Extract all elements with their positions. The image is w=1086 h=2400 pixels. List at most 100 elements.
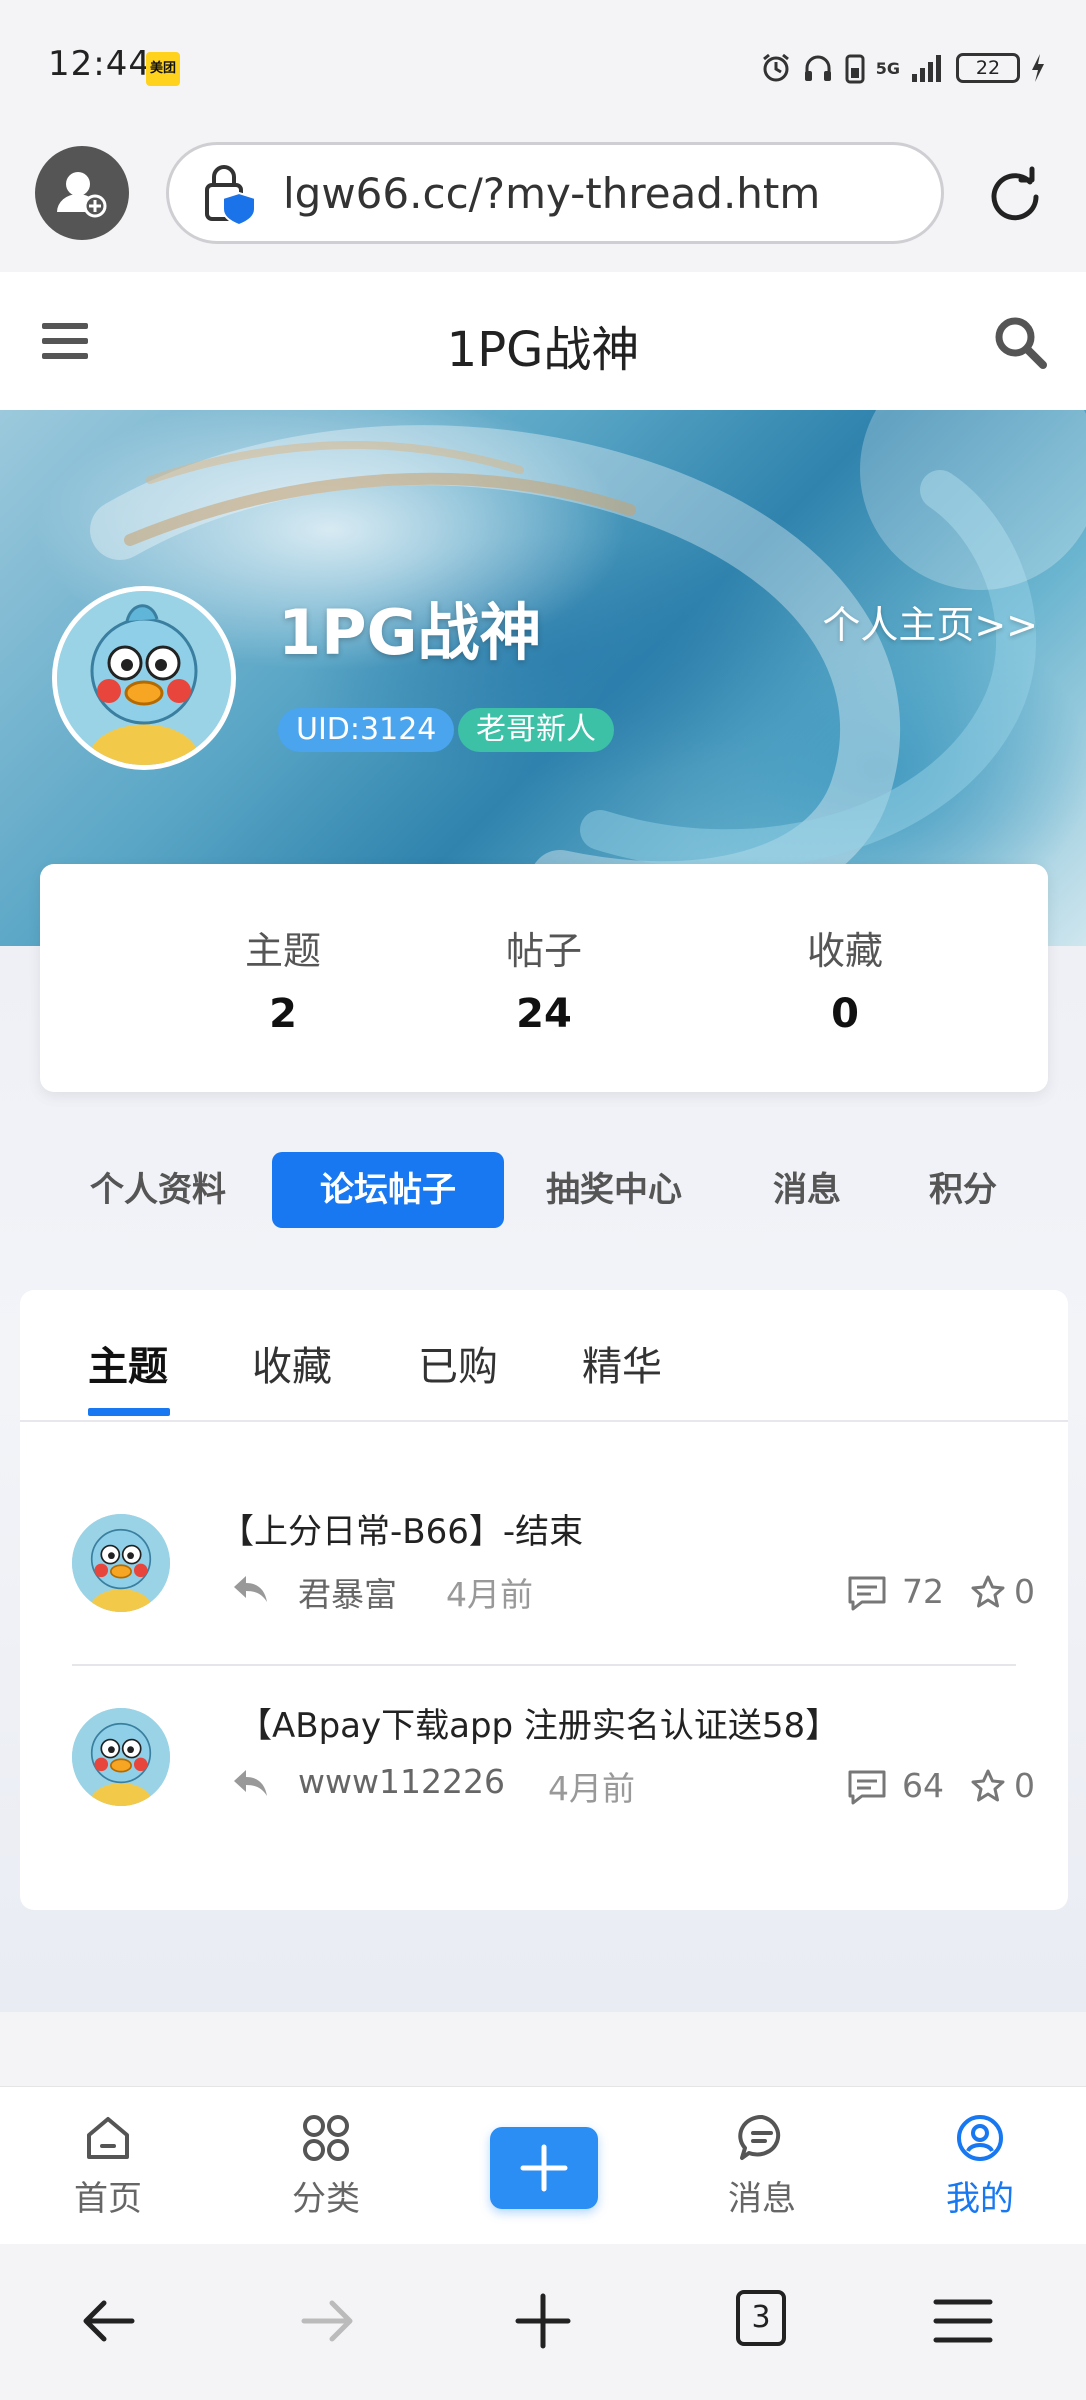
thread-avatar[interactable] bbox=[72, 1514, 170, 1612]
plus-icon bbox=[515, 2293, 571, 2349]
home-icon bbox=[87, 2117, 129, 2159]
divider bbox=[72, 1664, 1016, 1666]
reply-icon bbox=[234, 1576, 267, 1602]
thread-favorite-count: 0 bbox=[1014, 1572, 1035, 1611]
nav-label: 首页 bbox=[74, 2179, 142, 2219]
thread-title[interactable]: 【上分日常-B66】-结束 bbox=[220, 1504, 583, 1553]
thread-title[interactable]: 【ABpay下载app 注册实名认证送58】 bbox=[238, 1698, 839, 1747]
chick-avatar-image bbox=[72, 1514, 170, 1612]
nav-messages[interactable]: 消息 bbox=[682, 2113, 842, 2220]
subtab-purchased[interactable]: 已购 bbox=[418, 1334, 498, 1392]
address-bar[interactable]: lgw66.cc/?my-thread.htm bbox=[166, 142, 944, 244]
back-button[interactable] bbox=[76, 2288, 142, 2354]
user-avatar[interactable] bbox=[52, 586, 236, 770]
comment-icon bbox=[848, 1576, 886, 1611]
alarm-icon bbox=[762, 53, 789, 82]
tab-forum-posts[interactable]: 论坛帖子 bbox=[272, 1152, 504, 1228]
phone-battery-icon bbox=[845, 54, 865, 84]
stats-card: 主题 2 帖子 24 收藏 0 bbox=[40, 864, 1048, 1092]
reload-button[interactable] bbox=[978, 160, 1052, 234]
stat-label: 收藏 bbox=[806, 929, 883, 973]
tab-personal-info[interactable]: 个人资料 bbox=[68, 1152, 248, 1228]
divider bbox=[20, 1420, 1068, 1422]
reload-icon bbox=[991, 166, 1039, 221]
stat-posts[interactable]: 帖子 24 bbox=[444, 920, 644, 1037]
personal-homepage-link[interactable]: 个人主页>> bbox=[822, 594, 1038, 649]
uid-badge: UID:3124 bbox=[278, 708, 455, 752]
thread-favorite-count: 0 bbox=[1014, 1766, 1035, 1805]
subtab-favorites[interactable]: 收藏 bbox=[252, 1334, 332, 1392]
signal-icon bbox=[912, 55, 941, 82]
url-text: lgw66.cc/?my-thread.htm bbox=[283, 169, 821, 218]
site-header: 1PG战神 bbox=[0, 272, 1086, 410]
meituan-app-icon: 美团 bbox=[146, 52, 180, 86]
thread-item[interactable]: 【上分日常-B66】-结束 君暴富 4月前 72 0 bbox=[72, 1490, 1035, 1650]
battery-indicator: 22 bbox=[956, 53, 1020, 83]
reply-icon bbox=[234, 1770, 267, 1796]
tab-points[interactable]: 积分 bbox=[908, 1152, 1018, 1228]
thread-time: 4月前 bbox=[446, 1575, 533, 1614]
nav-me[interactable]: 我的 bbox=[900, 2113, 1060, 2220]
nav-categories[interactable]: 分类 bbox=[246, 2113, 406, 2220]
thread-item[interactable]: 【ABpay下载app 注册实名认证送58】 www112226 4月前 64 … bbox=[72, 1684, 1035, 1844]
network-type: 5G bbox=[875, 58, 900, 78]
nav-label: 分类 bbox=[292, 2179, 360, 2219]
active-subtab-indicator bbox=[88, 1408, 170, 1416]
search-icon bbox=[995, 317, 1047, 369]
tab-switcher-button[interactable]: 3 bbox=[736, 2290, 786, 2346]
threads-card: 主题 收藏 已购 精华 【上分日常-B66】-结束 君暴富 4月前 72 0 【… bbox=[20, 1290, 1068, 1910]
tab-lottery-center[interactable]: 抽奖中心 bbox=[524, 1152, 704, 1228]
star-icon bbox=[971, 1575, 1005, 1608]
secure-lock-icon bbox=[205, 165, 256, 227]
add-user-icon bbox=[57, 172, 107, 218]
thread-author[interactable]: www112226 bbox=[298, 1762, 505, 1801]
comment-icon bbox=[848, 1770, 886, 1805]
nav-label: 消息 bbox=[728, 2179, 796, 2219]
chat-icon bbox=[738, 2114, 781, 2160]
browser-url-bar: lgw66.cc/?my-thread.htm bbox=[0, 134, 1086, 272]
stat-topics[interactable]: 主题 2 bbox=[183, 920, 383, 1037]
site-title: 1PG战神 bbox=[446, 322, 640, 378]
subtab-topics[interactable]: 主题 bbox=[88, 1334, 168, 1392]
search-button[interactable] bbox=[990, 312, 1050, 372]
bottom-navigation: 首页 分类 消息 我的 bbox=[0, 2086, 1086, 2244]
profile-username: 1PG战神 bbox=[278, 596, 542, 669]
chick-avatar-image bbox=[57, 591, 231, 765]
status-icons: 5G 22 bbox=[760, 48, 1046, 88]
stat-value: 0 bbox=[831, 991, 859, 1037]
thread-avatar[interactable] bbox=[72, 1708, 170, 1806]
stat-favorites[interactable]: 收藏 0 bbox=[745, 920, 945, 1037]
stat-label: 帖子 bbox=[505, 929, 582, 973]
headphones-icon bbox=[804, 55, 831, 81]
thread-reply-count: 64 bbox=[902, 1766, 944, 1805]
plus-icon bbox=[520, 2144, 568, 2192]
new-tab-button[interactable] bbox=[510, 2288, 576, 2354]
stat-label: 主题 bbox=[244, 929, 321, 973]
user-level-badge: 老哥新人 bbox=[458, 708, 614, 752]
page: 12:44 美团 5G 22 lgw66.cc/?my-thread.htm 1… bbox=[0, 0, 1086, 2400]
browser-toolbar: 3 bbox=[0, 2244, 1086, 2400]
browser-menu-button[interactable] bbox=[930, 2288, 996, 2354]
charging-icon bbox=[1032, 54, 1044, 82]
browser-profile-button[interactable] bbox=[35, 146, 129, 240]
tab-messages[interactable]: 消息 bbox=[752, 1152, 862, 1228]
hamburger-icon bbox=[933, 2299, 993, 2343]
status-bar: 12:44 美团 5G 22 bbox=[0, 0, 1086, 134]
user-circle-icon bbox=[957, 2115, 1003, 2161]
thread-reply-count: 72 bbox=[902, 1572, 944, 1611]
thread-time: 4月前 bbox=[548, 1769, 635, 1808]
grid-icon bbox=[303, 2115, 349, 2161]
arrow-right-icon bbox=[301, 2300, 353, 2342]
chick-avatar-image bbox=[72, 1708, 170, 1806]
nav-label: 我的 bbox=[946, 2179, 1014, 2219]
thread-author[interactable]: 君暴富 bbox=[298, 1568, 397, 1616]
arrow-left-icon bbox=[83, 2300, 135, 2342]
status-time: 12:44 bbox=[48, 44, 151, 84]
forward-button[interactable] bbox=[294, 2288, 360, 2354]
stat-value: 24 bbox=[516, 991, 572, 1037]
nav-home[interactable]: 首页 bbox=[28, 2113, 188, 2220]
stat-value: 2 bbox=[269, 991, 297, 1037]
star-icon bbox=[971, 1769, 1005, 1802]
new-post-button[interactable] bbox=[490, 2127, 598, 2209]
subtab-featured[interactable]: 精华 bbox=[582, 1334, 662, 1392]
